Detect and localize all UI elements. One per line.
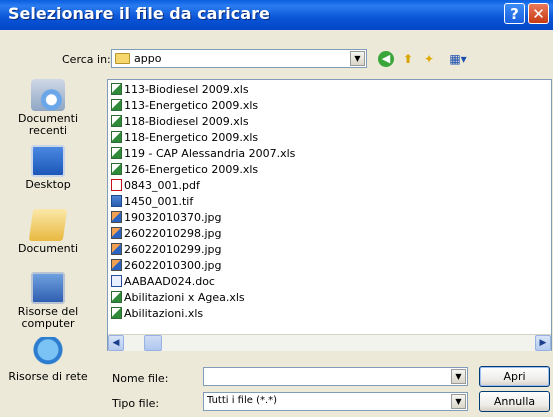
- look-in-dropdown[interactable]: appo ▼: [111, 49, 367, 68]
- file-item[interactable]: 113-Energetico 2009.xls: [111, 98, 258, 113]
- file-name: 26022010299.jpg: [124, 243, 222, 256]
- jpg-file-icon: [111, 227, 122, 239]
- place-recent-documents[interactable]: Documenti recenti: [0, 79, 96, 137]
- file-name-input[interactable]: ▼: [203, 367, 468, 386]
- file-item[interactable]: 118-Biodiesel 2009.xls: [111, 114, 249, 129]
- back-icon[interactable]: ◀: [378, 51, 394, 67]
- place-label: Risorse del computer: [17, 305, 79, 330]
- place-network[interactable]: Risorse di rete: [0, 337, 96, 383]
- excel-file-icon: [111, 131, 122, 143]
- excel-file-icon: [111, 307, 122, 319]
- file-name: 118-Biodiesel 2009.xls: [124, 115, 249, 128]
- close-button[interactable]: ✕: [528, 3, 549, 24]
- excel-file-icon: [111, 163, 122, 175]
- views-menu-icon[interactable]: ▦▾: [445, 51, 471, 67]
- recent-documents-icon: [31, 79, 65, 111]
- file-name: 26022010298.jpg: [124, 227, 222, 240]
- file-name: 126-Energetico 2009.xls: [124, 163, 259, 176]
- excel-file-icon: [111, 115, 122, 127]
- desktop-icon: [31, 145, 65, 177]
- file-item[interactable]: 26022010300.jpg: [111, 258, 222, 273]
- documents-icon: [28, 209, 68, 241]
- file-type-label: Tipo file:: [112, 397, 160, 410]
- file-type-value: Tutti i file (*.*): [207, 395, 278, 406]
- place-documents[interactable]: Documenti: [0, 209, 96, 255]
- jpg-file-icon: [111, 259, 122, 271]
- file-type-dropdown[interactable]: Tutti i file (*.*) ▼: [203, 392, 468, 411]
- chevron-down-icon[interactable]: ▼: [350, 51, 365, 66]
- look-in-value: appo: [134, 52, 162, 65]
- title-bar[interactable]: Selezionare il file da caricare ? ✕: [0, 0, 553, 30]
- jpg-file-icon: [111, 243, 122, 255]
- place-label: Documenti: [17, 242, 79, 255]
- file-name: Abilitazioni.xls: [124, 307, 204, 320]
- cancel-button[interactable]: Annulla: [479, 391, 550, 412]
- file-item[interactable]: 119 - CAP Alessandria 2007.xls: [111, 146, 295, 161]
- file-item[interactable]: Abilitazioni.xls: [111, 306, 203, 321]
- place-label: Risorse di rete: [8, 370, 88, 383]
- help-button[interactable]: ?: [504, 3, 525, 24]
- open-button[interactable]: Apri: [479, 366, 550, 387]
- new-folder-icon[interactable]: ✦: [420, 51, 438, 67]
- my-computer-icon: [31, 272, 65, 304]
- look-in-label: Cerca in:: [62, 53, 111, 66]
- file-item[interactable]: Abilitazioni x Agea.xls: [111, 290, 245, 305]
- file-name: 0843_001.pdf: [124, 179, 200, 192]
- file-item[interactable]: 26022010298.jpg: [111, 226, 222, 241]
- place-label: Desktop: [25, 178, 71, 191]
- place-label: Documenti recenti: [17, 112, 79, 137]
- file-name: 19032010370.jpg: [124, 211, 222, 224]
- horizontal-scrollbar[interactable]: ◀ ▶: [108, 334, 551, 351]
- scroll-right-icon[interactable]: ▶: [535, 335, 551, 351]
- file-name-label: Nome file:: [112, 372, 169, 385]
- word-file-icon: [111, 275, 122, 287]
- file-item[interactable]: 26022010299.jpg: [111, 242, 222, 257]
- network-icon: [31, 337, 65, 369]
- place-desktop[interactable]: Desktop: [0, 145, 96, 191]
- pdf-file-icon: [111, 179, 122, 191]
- places-bar: Documenti recenti Desktop Documenti Riso…: [0, 72, 96, 417]
- file-item[interactable]: 0843_001.pdf: [111, 178, 200, 193]
- file-name: 118-Energetico 2009.xls: [124, 131, 259, 144]
- window-title: Selezionare il file da caricare: [8, 4, 270, 23]
- excel-file-icon: [111, 99, 122, 111]
- file-name: 113-Biodiesel 2009.xls: [124, 83, 249, 96]
- scroll-thumb[interactable]: [144, 335, 162, 351]
- jpg-file-icon: [111, 211, 122, 223]
- file-item[interactable]: 1450_001.tif: [111, 194, 193, 209]
- file-item[interactable]: 118-Energetico 2009.xls: [111, 130, 258, 145]
- excel-file-icon: [111, 83, 122, 95]
- file-item[interactable]: 126-Energetico 2009.xls: [111, 162, 258, 177]
- file-name: Abilitazioni x Agea.xls: [124, 291, 245, 304]
- file-name: 119 - CAP Alessandria 2007.xls: [124, 147, 296, 160]
- place-my-computer[interactable]: Risorse del computer: [0, 272, 96, 330]
- up-folder-icon[interactable]: ⬆: [400, 51, 416, 67]
- scroll-left-icon[interactable]: ◀: [108, 335, 124, 351]
- excel-file-icon: [111, 291, 122, 303]
- folder-icon: [115, 53, 130, 64]
- file-item[interactable]: 19032010370.jpg: [111, 210, 222, 225]
- excel-file-icon: [111, 147, 122, 159]
- file-item[interactable]: 113-Biodiesel 2009.xls: [111, 82, 249, 97]
- file-item[interactable]: AABAAD024.doc: [111, 274, 215, 289]
- file-list[interactable]: 113-Biodiesel 2009.xls 113-Energetico 20…: [107, 79, 552, 351]
- file-name: AABAAD024.doc: [124, 275, 215, 288]
- tif-file-icon: [111, 195, 122, 207]
- chevron-down-icon[interactable]: ▼: [451, 369, 466, 384]
- file-name: 113-Energetico 2009.xls: [124, 99, 259, 112]
- file-name: 1450_001.tif: [124, 195, 194, 208]
- chevron-down-icon[interactable]: ▼: [451, 394, 466, 409]
- file-name: 26022010300.jpg: [124, 259, 222, 272]
